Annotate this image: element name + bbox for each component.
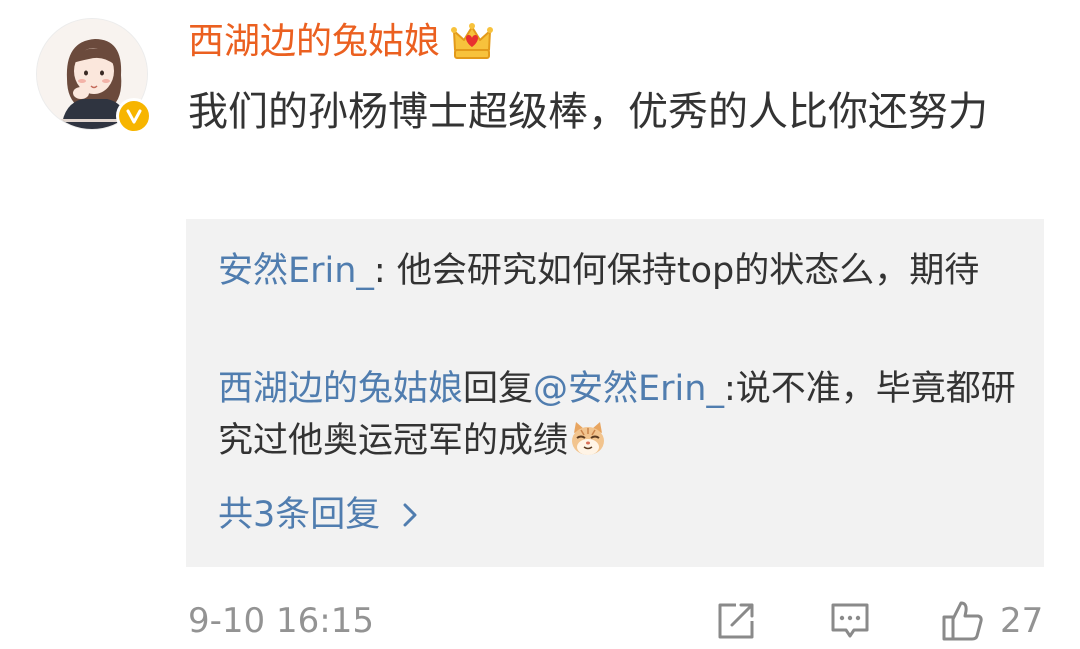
thumbs-up-icon [942, 601, 983, 641]
cat-emoji-icon [572, 422, 605, 455]
comment-text: 我们的孙杨博士超级棒，优秀的人比你还努力 [188, 89, 988, 135]
chevron-right-icon [403, 503, 417, 527]
more-replies-link[interactable]: 共3条回复 [218, 489, 420, 541]
share-icon [718, 603, 754, 639]
reply-word: 回复 [463, 369, 534, 409]
comment-icon [831, 603, 869, 638]
reply-item[interactable]: 安然Erin_: 他会研究如何保持top的状态么，期待 [218, 245, 1018, 297]
comment-button[interactable] [828, 598, 872, 644]
reply-text: 他会研究如何保持top的状态么，期待 [396, 251, 980, 291]
crown-icon[interactable] [450, 20, 494, 64]
username-row: 西湖边的兔姑娘 [188, 14, 494, 70]
comment-card: 西湖边的兔姑娘 我们的孙杨博士超级棒，优秀的人比你还努力 安然Erin_: 他会… [0, 0, 1080, 649]
share-button[interactable] [714, 598, 758, 644]
avatar-container[interactable] [36, 18, 152, 134]
reply-author-link[interactable]: 西湖边的兔姑娘 [218, 369, 463, 409]
reply-separator: : [373, 251, 397, 291]
reply-separator: : [723, 369, 736, 409]
reply-author-link[interactable]: 安然Erin_ [218, 251, 374, 291]
comment-footer: 9-10 16:15 27 [188, 596, 1044, 646]
reply-mention-link[interactable]: @安然Erin_ [533, 369, 724, 409]
replies-box[interactable]: 安然Erin_: 他会研究如何保持top的状态么，期待 西湖边的兔姑娘回复@安然… [186, 219, 1044, 567]
reply-item[interactable]: 西湖边的兔姑娘回复@安然Erin_:说不准，毕竟都研究过他奥运冠军的成绩 [218, 363, 1018, 467]
like-button[interactable]: 27 [940, 598, 1043, 644]
verified-badge-icon [116, 98, 152, 134]
timestamp: 9-10 16:15 [188, 601, 374, 641]
more-replies-label: 共3条回复 [218, 495, 381, 535]
like-count: 27 [1000, 601, 1044, 641]
username-link[interactable]: 西湖边的兔姑娘 [188, 14, 440, 70]
